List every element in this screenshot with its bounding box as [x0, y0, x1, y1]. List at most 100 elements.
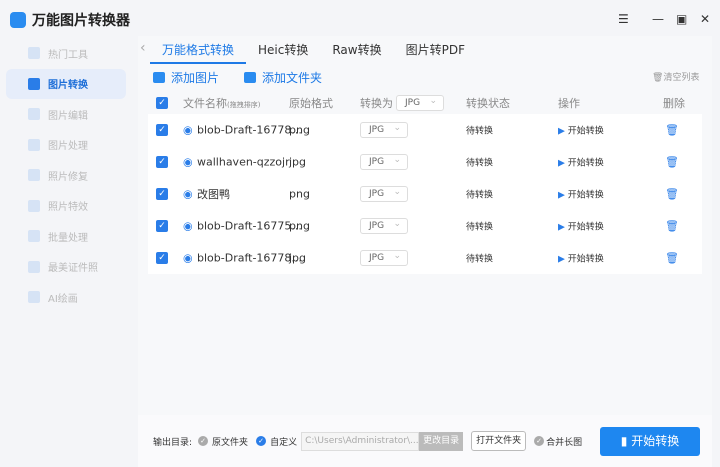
open-folder-button[interactable]: 打开文件夹 — [471, 431, 527, 451]
target-format-select[interactable]: JPG — [360, 153, 408, 170]
original-folder-radio[interactable]: ✓ — [198, 436, 209, 446]
sidebar-item[interactable]: 图片编辑 — [6, 99, 126, 129]
change-dir-button[interactable]: 更改目录 — [419, 431, 464, 451]
delete-trash-icon[interactable]: 🗑 — [665, 252, 679, 265]
menu-icon[interactable]: ☰ — [618, 12, 629, 26]
start-row-button[interactable]: ▶ 开始转换 — [558, 220, 604, 233]
original-format: jpg — [289, 251, 307, 265]
close-icon[interactable]: ✕ — [700, 12, 710, 26]
sidebar-item[interactable]: 热门工具 — [6, 38, 126, 68]
clear-list-button[interactable]: 🗑清空列表 — [652, 70, 699, 83]
row-checkbox[interactable]: ✓ — [156, 220, 168, 232]
sidebar-item-label: 热门工具 — [48, 49, 88, 61]
tab-pdf[interactable]: 图片转PDF — [394, 41, 477, 58]
target-format-select[interactable]: JPG — [360, 185, 408, 202]
start-row-label: 开始转换 — [567, 254, 604, 265]
sidebar-item-label: 图片转换 — [48, 80, 88, 91]
tab-bar: 万能格式转换 Heic转换 Raw转换 图片转PDF — [150, 36, 477, 64]
tab-heic[interactable]: Heic转换 — [246, 41, 320, 58]
app-title: 万能图片转换器 — [32, 13, 130, 29]
play-icon: ▶ — [558, 190, 568, 201]
file-name: 改图鸭 — [197, 188, 230, 201]
tab-universal[interactable]: 万能格式转换 — [150, 41, 247, 64]
global-format-select[interactable]: JPG — [396, 94, 444, 111]
add-folder-label: 添加文件夹 — [262, 71, 323, 85]
status-text: 待转换 — [466, 190, 494, 201]
header-name-hint: (拖拽排序) — [227, 101, 261, 109]
preview-eye-icon[interactable]: ◉ — [183, 252, 193, 265]
folder-icon — [244, 72, 256, 83]
tab-raw[interactable]: Raw转换 — [320, 41, 393, 58]
start-convert-label: 开始转换 — [631, 433, 680, 448]
target-format-select[interactable]: JPG — [360, 121, 408, 138]
start-row-label: 开始转换 — [567, 126, 604, 137]
sidebar-item[interactable]: 批量处理 — [6, 221, 126, 251]
sidebar-item-icon — [28, 199, 40, 212]
sidebar-item[interactable]: AI绘画 — [6, 282, 126, 312]
header-status: 转换状态 — [466, 97, 510, 110]
row-checkbox[interactable]: ✓ — [156, 188, 168, 200]
start-row-button[interactable]: ▶ 开始转换 — [558, 252, 604, 265]
sidebar-item-icon — [28, 77, 40, 90]
play-icon: ▶ — [558, 222, 568, 233]
table-header: ✓ 文件名称(拖拽排序) 原始格式 转换为 JPG 转换状态 操作 删除 — [148, 92, 702, 114]
play-icon: ▶ — [558, 126, 568, 137]
maximize-icon[interactable]: ▣ — [676, 12, 687, 26]
custom-radio[interactable]: ✓ — [256, 436, 267, 446]
status-text: 待转换 — [466, 254, 494, 265]
start-row-label: 开始转换 — [567, 190, 604, 201]
add-image-button[interactable]: 添加图片 — [153, 69, 219, 86]
preview-eye-icon[interactable]: ◉ — [183, 156, 193, 169]
add-image-label: 添加图片 — [171, 71, 220, 85]
sidebar-item[interactable]: 图片转换 — [6, 68, 126, 99]
delete-trash-icon[interactable]: 🗑 — [665, 220, 679, 233]
start-row-button[interactable]: ▶ 开始转换 — [558, 188, 604, 201]
preview-eye-icon[interactable]: ◉ — [183, 220, 193, 233]
sidebar-item[interactable]: 最美证件照 — [6, 252, 126, 282]
table-row: ✓ ◉ blob-Draft-16778... jpg JPG 待转换 ▶ 开始… — [148, 242, 702, 274]
back-icon[interactable]: ‹ — [140, 40, 146, 56]
sidebar-item-icon — [28, 230, 40, 242]
sidebar-item-label: 图片编辑 — [48, 110, 88, 122]
original-format: png — [289, 219, 310, 233]
sidebar-item-label: AI绘画 — [48, 293, 78, 305]
sidebar-item[interactable]: 照片修复 — [6, 160, 126, 190]
row-checkbox[interactable]: ✓ — [156, 156, 168, 168]
sidebar-item-icon — [28, 291, 40, 303]
sidebar-item-icon — [28, 138, 40, 151]
status-text: 待转换 — [466, 222, 494, 233]
sidebar-item-label: 照片修复 — [48, 171, 88, 183]
header-name: 文件名称(拖拽排序) — [183, 95, 260, 111]
table-row: ✓ ◉ blob-Draft-16778... png JPG 待转换 ▶ 开始… — [148, 114, 702, 146]
output-path-input[interactable]: C:\Users\Administrator\... — [301, 431, 420, 451]
start-row-button[interactable]: ▶ 开始转换 — [558, 124, 604, 137]
start-row-label: 开始转换 — [567, 222, 604, 233]
app-logo-icon — [10, 12, 26, 28]
preview-eye-icon[interactable]: ◉ — [183, 188, 193, 201]
sidebar-item[interactable]: 图片处理 — [6, 130, 126, 160]
add-folder-button[interactable]: 添加文件夹 — [244, 69, 322, 86]
original-folder-label: 原文件夹 — [212, 437, 249, 448]
delete-trash-icon[interactable]: 🗑 — [665, 156, 679, 169]
original-format: png — [289, 123, 310, 137]
file-name: blob-Draft-16778... — [197, 251, 302, 265]
merge-checkbox[interactable]: ✓ — [534, 436, 545, 446]
preview-eye-icon[interactable]: ◉ — [183, 124, 193, 137]
start-row-button[interactable]: ▶ 开始转换 — [558, 156, 604, 169]
target-format-select[interactable]: JPG — [360, 249, 408, 266]
sidebar-item-icon — [28, 47, 40, 59]
delete-trash-icon[interactable]: 🗑 — [665, 124, 679, 137]
delete-trash-icon[interactable]: 🗑 — [665, 188, 679, 201]
minimize-icon[interactable]: — — [652, 12, 664, 26]
target-format-select[interactable]: JPG — [360, 217, 408, 234]
select-all-checkbox[interactable]: ✓ — [156, 97, 168, 109]
row-checkbox[interactable]: ✓ — [156, 124, 168, 136]
original-format: jpg — [289, 155, 307, 169]
row-checkbox[interactable]: ✓ — [156, 252, 168, 264]
table-row: ✓ ◉ wallhaven-qzzojr jpg JPG 待转换 ▶ 开始转换 … — [148, 146, 702, 178]
sidebar-item[interactable]: 照片特效 — [6, 191, 126, 221]
convert-icon: ▮ — [620, 433, 632, 448]
sidebar-item-label: 图片处理 — [48, 141, 88, 152]
trash-icon: 🗑 — [652, 73, 664, 83]
start-convert-button[interactable]: ▮ 开始转换 — [600, 426, 700, 456]
